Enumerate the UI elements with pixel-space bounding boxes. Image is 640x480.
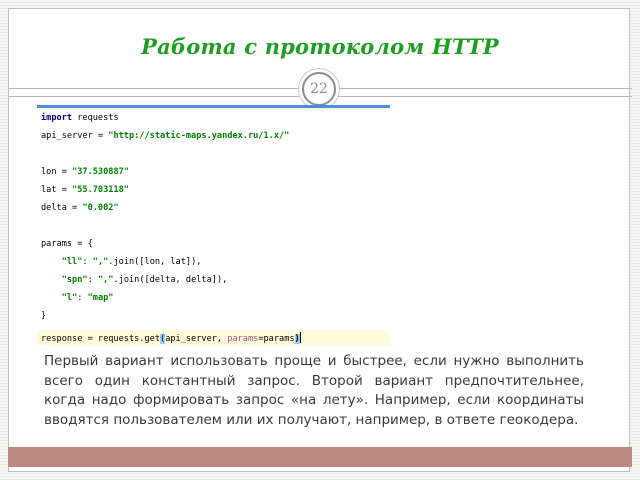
code-line-spn: "spn": ",".join([delta, delta]), [61, 275, 228, 285]
code-line-lat: lat = "55.703118" [41, 185, 129, 195]
code-line-ll: "ll": ",".join([lon, lat]), [61, 257, 202, 267]
text-cursor [299, 332, 301, 343]
code-screenshot: import requests api_server = "http://sta… [37, 105, 390, 348]
url-string: "http://static-maps.yandex.ru/1.x/" [108, 131, 290, 141]
page-number-badge: 22 [302, 72, 336, 106]
params-keyword-arg: params [227, 334, 259, 344]
import-keyword: import [41, 113, 73, 123]
slide-body-text: Первый вариант использовать проще и быст… [44, 353, 584, 428]
code-line-delta: delta = "0.002" [41, 203, 119, 213]
code-line-params-open: params = { [41, 239, 93, 249]
code-line-2: api_server = "http://static-maps.yandex.… [41, 131, 290, 141]
code-line-lon: lon = "37.530887" [41, 167, 129, 177]
code-line-response: response = requests.get(api_server, para… [41, 332, 301, 344]
slide-title: Работа с протоколом HTTP [141, 34, 499, 59]
code-line-1: import requests [41, 113, 119, 123]
footer-bar [8, 447, 632, 467]
code-line-params-close: } [41, 311, 47, 321]
code-line-l: "l": "map" [61, 293, 114, 303]
